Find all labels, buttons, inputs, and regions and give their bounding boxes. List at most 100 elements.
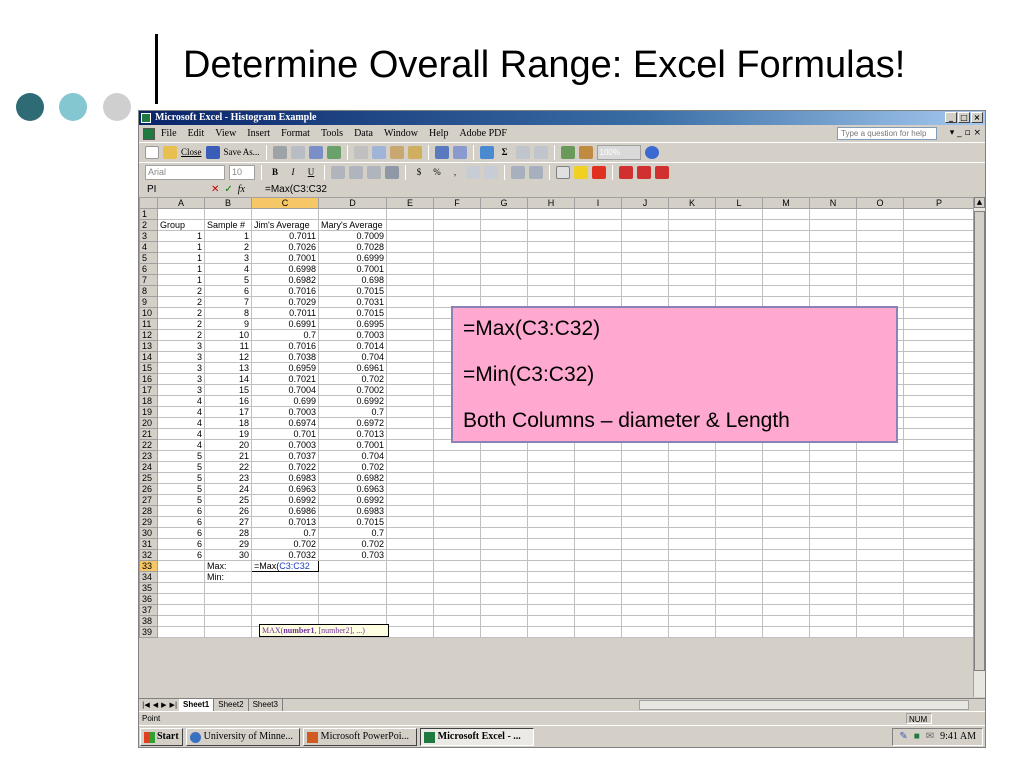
horizontal-scrollbar[interactable] bbox=[639, 700, 969, 710]
hyperlink-icon[interactable] bbox=[479, 146, 494, 159]
grid-cell[interactable] bbox=[527, 274, 575, 286]
grid-cell[interactable] bbox=[433, 626, 481, 638]
grid-cell[interactable] bbox=[762, 285, 810, 297]
grid-cell[interactable] bbox=[715, 285, 763, 297]
grid-cell[interactable] bbox=[527, 626, 575, 638]
grid-cell[interactable]: 2 bbox=[157, 296, 205, 308]
spelling-icon[interactable] bbox=[308, 146, 323, 159]
row-header[interactable]: 7 bbox=[139, 274, 158, 286]
grid-cell[interactable] bbox=[668, 252, 716, 264]
row-header[interactable]: 26 bbox=[139, 483, 158, 495]
grid-cell[interactable]: 11 bbox=[204, 340, 252, 352]
grid-cell[interactable] bbox=[762, 516, 810, 528]
grid-cell[interactable]: 2 bbox=[157, 318, 205, 330]
grid-cell[interactable]: 23 bbox=[204, 472, 252, 484]
grid-cell[interactable]: 5 bbox=[157, 483, 205, 495]
grid-cell[interactable] bbox=[856, 571, 904, 583]
grid-cell[interactable] bbox=[386, 208, 434, 220]
grid-cell[interactable] bbox=[621, 230, 669, 242]
grid-cell[interactable]: 6 bbox=[157, 527, 205, 539]
grid-cell[interactable]: 0.7032 bbox=[251, 549, 319, 561]
grid-cell[interactable] bbox=[433, 494, 481, 506]
underline-button[interactable]: U bbox=[304, 165, 318, 180]
grid-cell[interactable]: 0.7028 bbox=[318, 241, 387, 253]
grid-cell[interactable] bbox=[762, 252, 810, 264]
grid-cell[interactable]: 6 bbox=[204, 285, 252, 297]
grid-cell[interactable] bbox=[157, 208, 205, 220]
column-header-o[interactable]: O bbox=[856, 197, 904, 209]
grid-cell[interactable] bbox=[903, 417, 975, 429]
grid-cell[interactable] bbox=[621, 274, 669, 286]
grid-cell[interactable] bbox=[574, 230, 622, 242]
grid-cell[interactable] bbox=[433, 604, 481, 616]
grid-cell[interactable] bbox=[480, 593, 528, 605]
grid-cell[interactable] bbox=[574, 461, 622, 473]
grid-cell[interactable] bbox=[574, 593, 622, 605]
decrease-decimal-icon[interactable] bbox=[484, 166, 498, 179]
grid-cell[interactable]: 30 bbox=[204, 549, 252, 561]
grid-cell[interactable] bbox=[480, 571, 528, 583]
grid-cell[interactable] bbox=[715, 274, 763, 286]
grid-cell[interactable] bbox=[856, 472, 904, 484]
grid-cell[interactable] bbox=[762, 626, 810, 638]
grid-cell[interactable] bbox=[856, 626, 904, 638]
grid-cell[interactable] bbox=[715, 593, 763, 605]
grid-cell[interactable] bbox=[856, 604, 904, 616]
close-window-button[interactable]: × bbox=[971, 112, 983, 123]
grid-cell[interactable] bbox=[386, 307, 434, 319]
row-header[interactable]: 12 bbox=[139, 329, 158, 341]
redo-icon[interactable] bbox=[452, 146, 467, 159]
grid-cell[interactable] bbox=[574, 285, 622, 297]
menu-format[interactable]: Format bbox=[281, 125, 310, 142]
grid-cell[interactable] bbox=[856, 483, 904, 495]
align-center-icon[interactable] bbox=[349, 166, 363, 179]
grid-cell[interactable] bbox=[903, 439, 975, 451]
grid-cell[interactable]: 6 bbox=[157, 538, 205, 550]
grid-cell[interactable] bbox=[668, 274, 716, 286]
grid-cell[interactable] bbox=[204, 615, 252, 627]
grid-cell[interactable]: 13 bbox=[204, 362, 252, 374]
row-header[interactable]: 22 bbox=[139, 439, 158, 451]
grid-cell[interactable]: 16 bbox=[204, 395, 252, 407]
grid-cell[interactable] bbox=[318, 604, 387, 616]
formula-input[interactable]: =Max(C3:C32 bbox=[261, 183, 985, 197]
grid-cell[interactable] bbox=[386, 516, 434, 528]
grid-cell[interactable] bbox=[809, 494, 857, 506]
grid-cell[interactable]: 10 bbox=[204, 329, 252, 341]
grid-cell[interactable] bbox=[251, 208, 319, 220]
workbook-icon[interactable] bbox=[143, 127, 155, 140]
grid-cell[interactable] bbox=[527, 285, 575, 297]
paste-icon[interactable] bbox=[389, 146, 404, 159]
minimize-button[interactable]: _ bbox=[945, 112, 957, 123]
row-header[interactable]: 25 bbox=[139, 472, 158, 484]
grid-cell[interactable] bbox=[762, 263, 810, 275]
grid-cell[interactable] bbox=[809, 604, 857, 616]
grid-cell[interactable] bbox=[762, 494, 810, 506]
grid-cell[interactable] bbox=[574, 538, 622, 550]
grid-cell[interactable]: 4 bbox=[157, 417, 205, 429]
grid-cell[interactable] bbox=[386, 615, 434, 627]
grid-cell[interactable] bbox=[318, 593, 387, 605]
next-sheet-icon[interactable]: ▶ bbox=[161, 701, 166, 709]
row-header[interactable]: 23 bbox=[139, 450, 158, 462]
grid-cell[interactable] bbox=[527, 571, 575, 583]
row-header[interactable]: 20 bbox=[139, 417, 158, 429]
grid-cell[interactable] bbox=[386, 296, 434, 308]
grid-cell[interactable]: 0.7001 bbox=[318, 263, 387, 275]
grid-cell[interactable] bbox=[903, 406, 975, 418]
row-header[interactable]: 21 bbox=[139, 428, 158, 440]
grid-cell[interactable] bbox=[856, 219, 904, 231]
grid-cell[interactable] bbox=[433, 252, 481, 264]
grid-cell[interactable] bbox=[903, 208, 975, 220]
grid-cell[interactable] bbox=[903, 604, 975, 616]
grid-cell[interactable] bbox=[668, 582, 716, 594]
grid-cell[interactable] bbox=[809, 505, 857, 517]
grid-cell[interactable]: 0.7003 bbox=[251, 406, 319, 418]
grid-cell[interactable]: 0.7022 bbox=[251, 461, 319, 473]
grid-cell[interactable] bbox=[856, 274, 904, 286]
grid-cell[interactable] bbox=[433, 472, 481, 484]
grid-cell[interactable]: 0.703 bbox=[318, 549, 387, 561]
grid-cell[interactable]: 1 bbox=[157, 241, 205, 253]
grid-cell[interactable] bbox=[856, 263, 904, 275]
grid-cell[interactable] bbox=[621, 527, 669, 539]
